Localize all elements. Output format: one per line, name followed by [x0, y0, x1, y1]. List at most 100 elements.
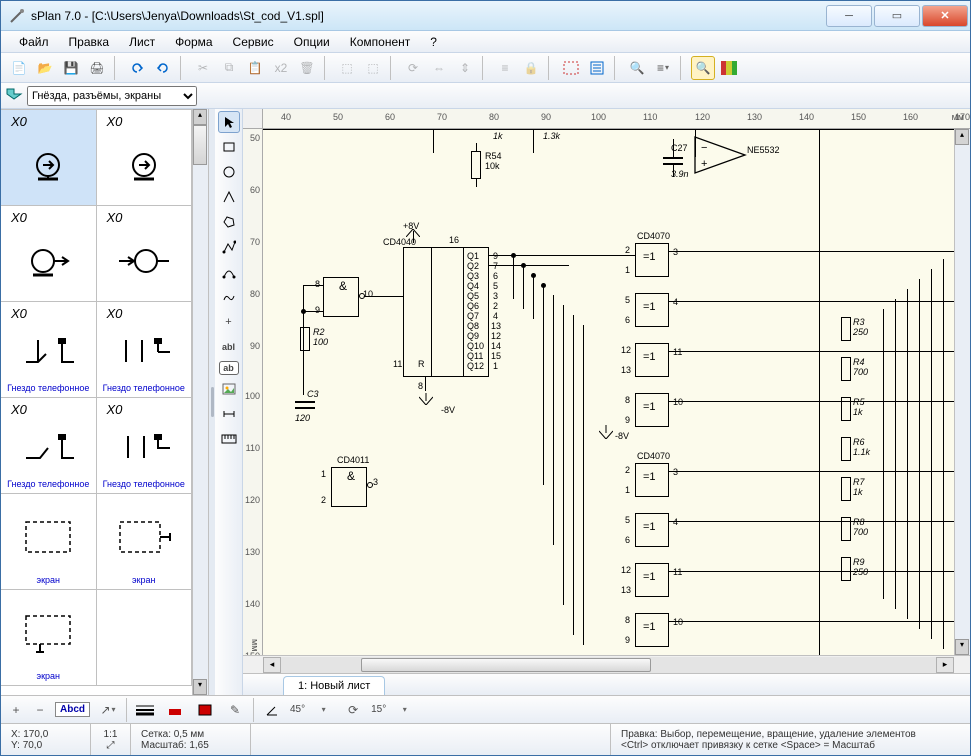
component-list-button[interactable]: ≡▾ [651, 56, 675, 80]
undo-button[interactable] [125, 56, 149, 80]
vertical-ruler[interactable]: 50 60 70 80 90 100 110 120 130 140 150 1… [243, 129, 263, 655]
delete-button[interactable]: 🗑 [295, 56, 319, 80]
tool-text-label[interactable]: abI [218, 336, 240, 358]
tool-rectangle[interactable] [218, 136, 240, 158]
list-button[interactable] [585, 56, 609, 80]
zoom-button[interactable]: 🔍 [691, 56, 715, 80]
menu-file[interactable]: Файл [11, 33, 57, 51]
drawing-canvas[interactable]: R54 10k 1k 1.3k C27 3.9n −+ [263, 129, 954, 655]
duplicate-x2-button[interactable]: x2 [269, 56, 293, 80]
angle-15-label: 15° [371, 704, 386, 715]
status-ratio: 1:1 ⤢ [91, 724, 131, 755]
snap-sub-button[interactable]: − [31, 698, 49, 722]
horizontal-ruler[interactable]: 40 50 60 70 80 90 100 110 120 130 140 15… [263, 109, 970, 129]
line-color-button[interactable] [163, 698, 187, 722]
tool-circle[interactable] [218, 161, 240, 183]
group-button[interactable]: ⬚ [335, 56, 359, 80]
tool-select-arrow[interactable] [218, 111, 240, 133]
component-grid: X0 X0 X0 X0 [1, 109, 192, 695]
tool-measure[interactable] [218, 428, 240, 450]
fill-color-button[interactable] [193, 698, 217, 722]
minimize-button[interactable]: ─ [826, 5, 872, 27]
main-toolbar: 📄 📂 💾 🖨 ✂ ⧉ 📋 x2 🗑 ⬚ ⬚ ⟳ ⇔ ⇕ ≡ 🔒 🔍 ≡▾ 🔍 [1, 53, 970, 83]
linewidth-button[interactable] [133, 698, 157, 722]
svg-text:+: + [701, 158, 707, 170]
ungroup-button[interactable]: ⬚ [361, 56, 385, 80]
pen-button[interactable]: ✎ [223, 698, 247, 722]
menu-options[interactable]: Опции [286, 33, 338, 51]
tab-sheet-1[interactable]: 1: Новый лист [283, 676, 385, 695]
snap-add-button[interactable]: + [7, 698, 25, 722]
angle-45-label: 45° [290, 704, 305, 715]
rotate-dropdown[interactable]: ▾ [392, 698, 416, 722]
find-button[interactable]: 🔍 [625, 56, 649, 80]
rotate-step-button[interactable]: ⟳ [341, 698, 365, 722]
menu-service[interactable]: Сервис [225, 33, 282, 51]
text-preview[interactable]: Abcd [55, 702, 90, 717]
lib-item-6[interactable]: X0 Гнездо телефонное [1, 398, 97, 494]
tool-text-box[interactable]: ab [219, 361, 239, 375]
app-icon [9, 8, 25, 24]
lib-item-0[interactable]: X0 [1, 110, 97, 206]
paste-button[interactable]: 📋 [243, 56, 267, 80]
menu-shape[interactable]: Форма [167, 33, 220, 51]
titlebar: sPlan 7.0 - [C:\Users\Jenya\Downloads\St… [1, 1, 970, 31]
svg-text:−: − [701, 142, 707, 154]
rotate-button[interactable]: ⟳ [401, 56, 425, 80]
drawing-toolbar: + abI ab [215, 109, 243, 695]
lib-item-5[interactable]: X0 Гнездо телефонное [97, 302, 193, 398]
cut-button[interactable]: ✂ [191, 56, 215, 80]
tool-bezier[interactable] [218, 261, 240, 283]
close-button[interactable]: ✕ [922, 5, 968, 27]
select-rect-button[interactable] [559, 56, 583, 80]
lib-item-8[interactable]: экран [1, 494, 97, 590]
work-area: X0 X0 X0 X0 [1, 109, 970, 695]
component-library-panel: X0 X0 X0 X0 [1, 109, 209, 695]
status-hint: Правка: Выбор, перемещение, вращение, уд… [611, 724, 970, 755]
tool-image[interactable] [218, 378, 240, 400]
app-window: sPlan 7.0 - [C:\Users\Jenya\Downloads\St… [0, 0, 971, 756]
library-category-select[interactable]: Гнёзда, разъёмы, экраны [27, 86, 197, 106]
mirror-h-button[interactable]: ⇔ [427, 56, 451, 80]
tool-line[interactable] [218, 236, 240, 258]
open-button[interactable]: 📂 [33, 56, 57, 80]
print-button[interactable]: 🖨 [85, 56, 109, 80]
angle-45-button[interactable] [260, 698, 284, 722]
canvas-wrap: 40 50 60 70 80 90 100 110 120 130 140 15… [243, 109, 970, 695]
lib-item-4[interactable]: X0 Гнездо телефонное [1, 302, 97, 398]
lib-item-9[interactable]: экран [97, 494, 193, 590]
lib-item-1[interactable]: X0 [97, 110, 193, 206]
canvas-hscrollbar[interactable]: ◂ ▸ [243, 655, 970, 673]
tool-polygon[interactable] [218, 211, 240, 233]
tool-special-shape[interactable] [218, 186, 240, 208]
library-scrollbar[interactable]: ▴ ▾ [192, 109, 208, 695]
redo-button[interactable] [151, 56, 175, 80]
menu-edit[interactable]: Правка [61, 33, 118, 51]
status-bar: X: 170,0 Y: 70,0 1:1 ⤢ Сетка: 0,5 мм Мас… [1, 723, 970, 755]
copy-button[interactable]: ⧉ [217, 56, 241, 80]
window-title: sPlan 7.0 - [C:\Users\Jenya\Downloads\St… [31, 9, 826, 23]
save-button[interactable]: 💾 [59, 56, 83, 80]
menu-component[interactable]: Компонент [342, 33, 419, 51]
tool-freehand[interactable] [218, 286, 240, 308]
align-button[interactable]: ≡ [493, 56, 517, 80]
lib-item-2[interactable]: X0 [1, 206, 97, 302]
property-bar: + − Abcd ↗▾ ✎ 45° ▾ ⟳ 15° ▾ [1, 695, 970, 723]
lib-item-10[interactable]: экран [1, 590, 97, 686]
color-highlight-button[interactable] [717, 56, 741, 80]
new-button[interactable]: 📄 [7, 56, 31, 80]
lib-item-11[interactable] [97, 590, 193, 686]
tool-dimension[interactable] [218, 403, 240, 425]
lock-button[interactable]: 🔒 [519, 56, 543, 80]
maximize-button[interactable]: ▭ [874, 5, 920, 27]
lib-item-7[interactable]: X0 Гнездо телефонное [97, 398, 193, 494]
mirror-v-button[interactable]: ⇕ [453, 56, 477, 80]
menu-sheet[interactable]: Лист [121, 33, 163, 51]
tool-node[interactable]: + [218, 311, 240, 333]
angle-dropdown[interactable]: ▾ [311, 698, 335, 722]
ruler-corner [243, 109, 263, 129]
lib-item-3[interactable]: X0 [97, 206, 193, 302]
arrow-style-button[interactable]: ↗▾ [96, 698, 120, 722]
canvas-vscrollbar[interactable]: ▴ ▾ [954, 129, 970, 655]
menu-help[interactable]: ? [422, 33, 445, 51]
